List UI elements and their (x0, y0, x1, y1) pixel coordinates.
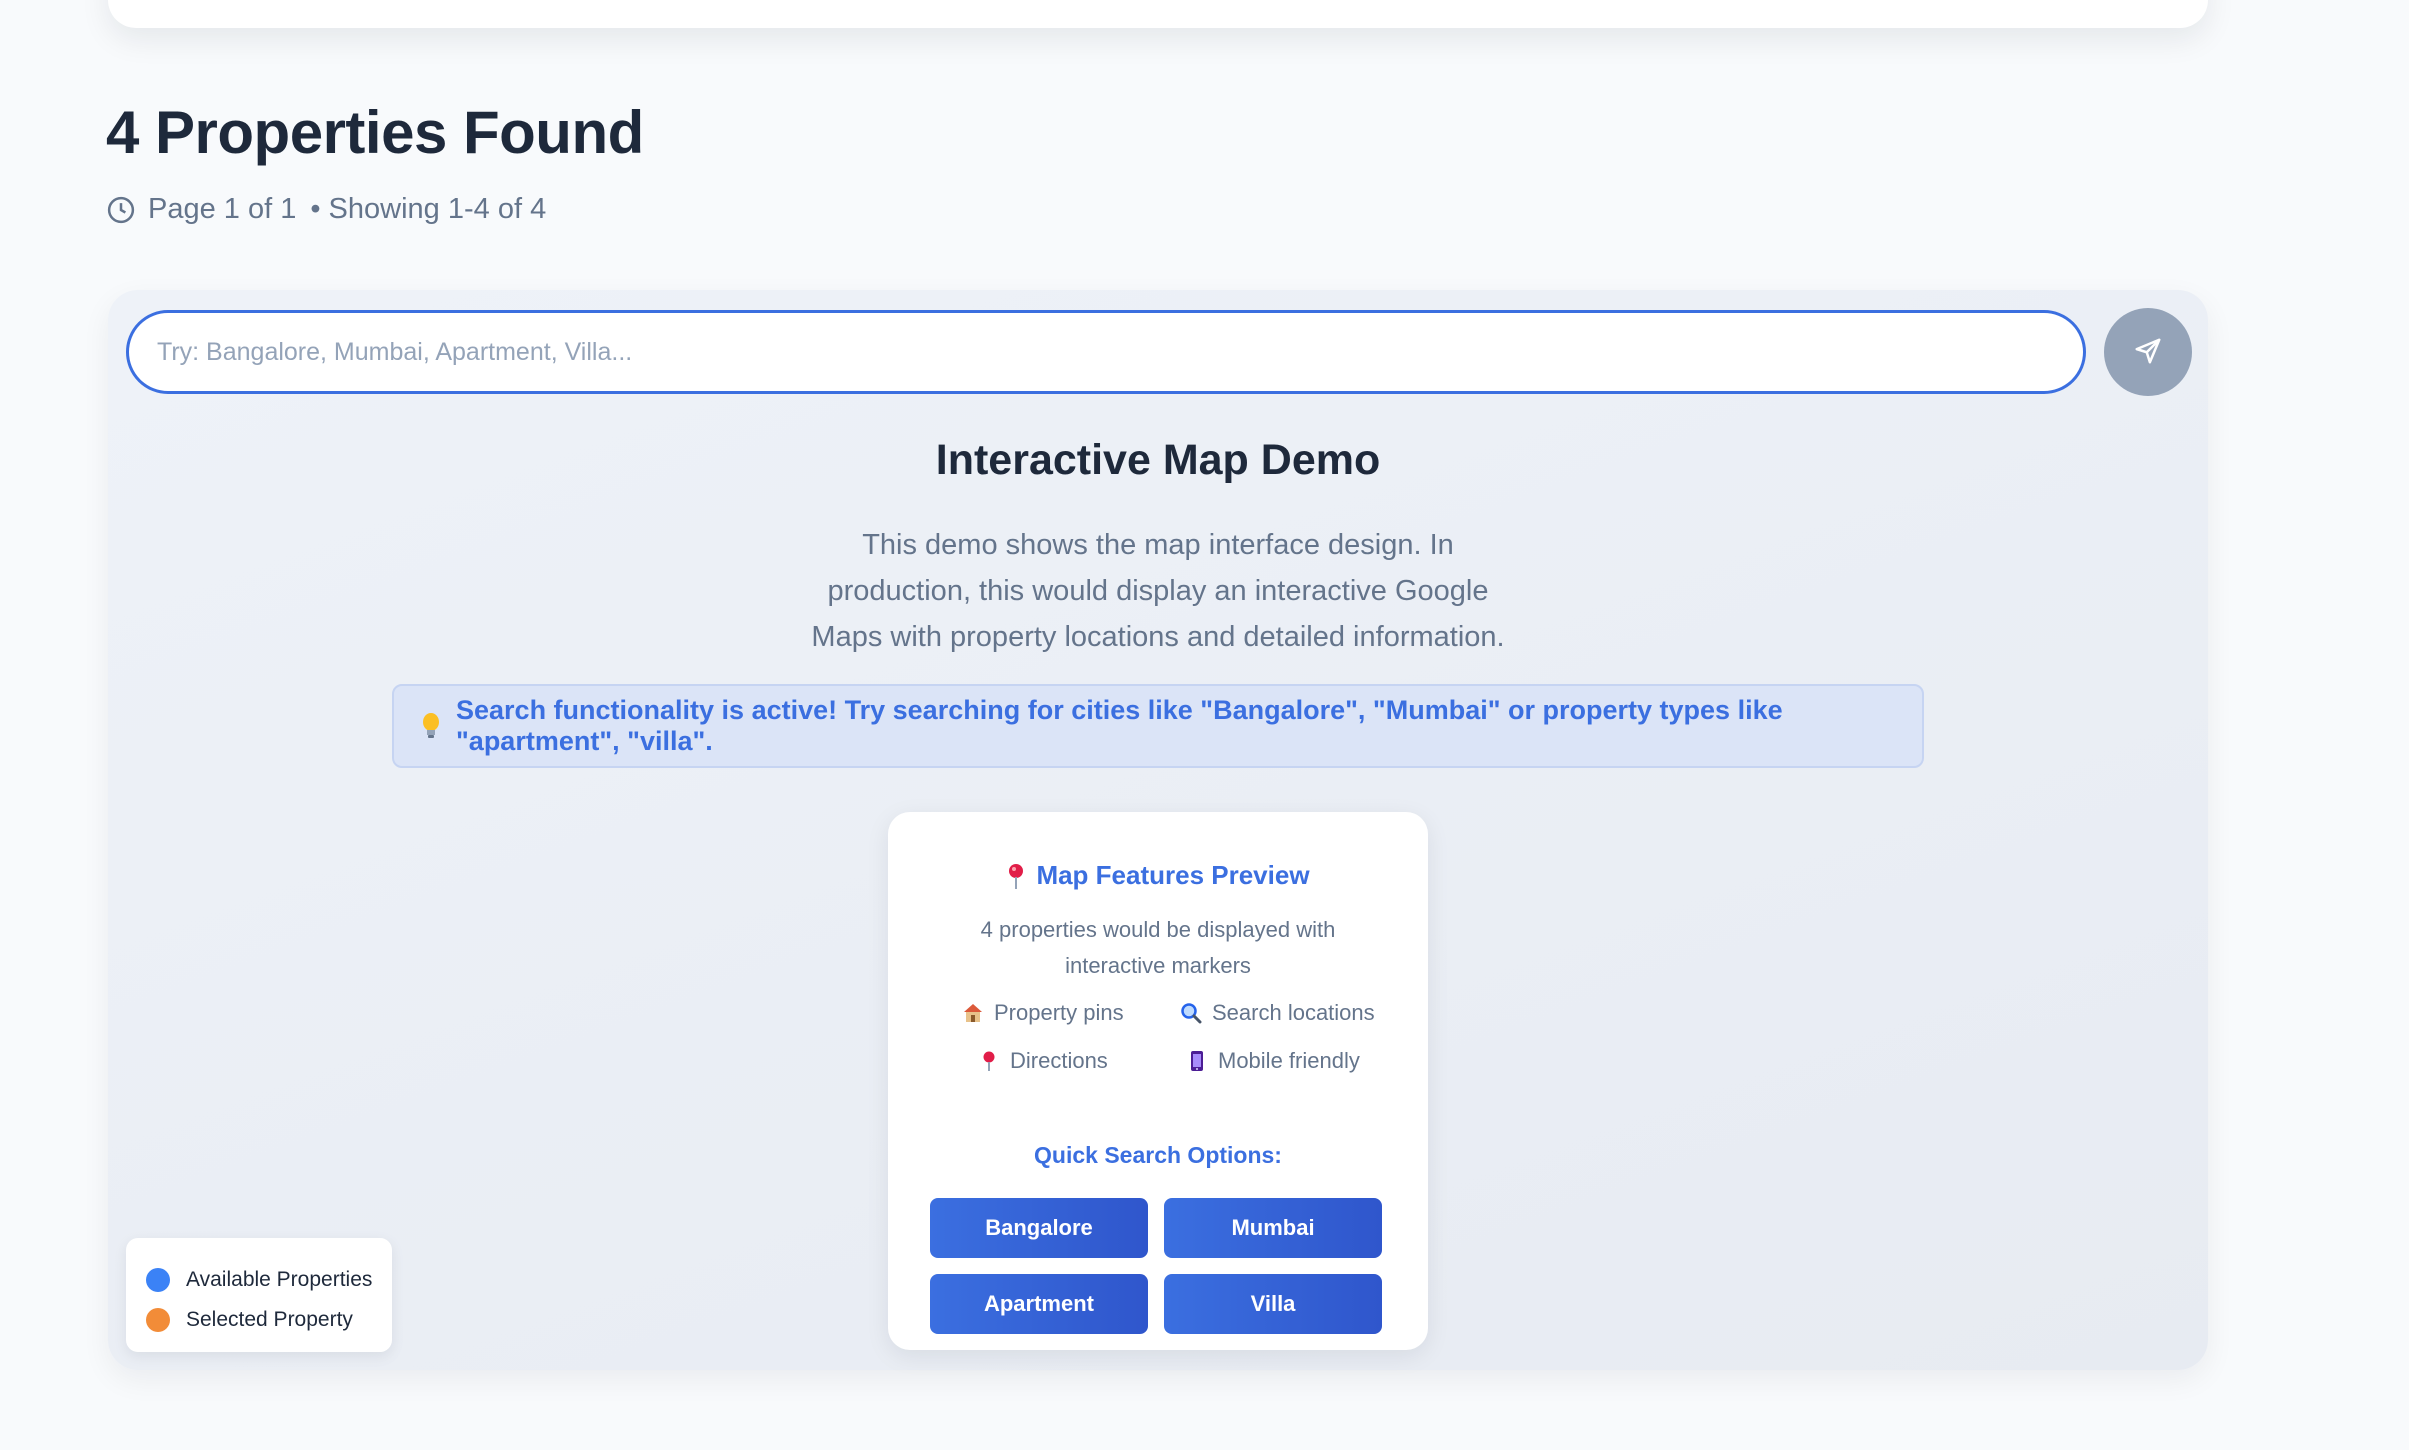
feature-label: Property pins (994, 1000, 1124, 1025)
feature-label: Mobile friendly (1218, 1048, 1360, 1073)
results-meta: Page 1 of 1 • Showing 1-4 of 4 (106, 193, 546, 226)
selected-dot-icon (146, 1308, 170, 1332)
available-dot-icon (146, 1268, 170, 1292)
map-panel: Interactive Map Demo This demo shows the… (108, 290, 2208, 1370)
demo-title: Interactive Map Demo (935, 436, 1381, 484)
page-info: Page 1 of 1 (148, 193, 297, 225)
results-title: 4 Properties Found (106, 99, 644, 166)
feature-label: Search locations (1212, 1000, 1375, 1025)
features-heading: Map Features Preview (888, 860, 1428, 891)
send-button[interactable] (2104, 308, 2192, 396)
send-icon (2133, 336, 2163, 369)
features-heading-text: Map Features Preview (1036, 860, 1310, 890)
info-banner: Search functionality is active! Try sear… (392, 684, 1924, 768)
legend-label: Available Properties (186, 1268, 373, 1291)
search-input[interactable] (126, 310, 2086, 394)
house-icon (962, 1002, 984, 1024)
banner-text: Search functionality is active! Try sear… (456, 695, 1783, 756)
legend-label: Selected Property (186, 1308, 353, 1331)
top-card (108, 0, 2208, 28)
quick-search-label: Quick Search Options: (1034, 1142, 1282, 1168)
showing-info: • Showing 1-4 of 4 (310, 193, 547, 225)
legend-item-selected: Selected Property (146, 1300, 392, 1340)
magnifier-icon (1180, 1002, 1202, 1024)
features-card: Map Features Preview 4 properties would … (888, 812, 1428, 1350)
pin-icon (1006, 862, 1026, 890)
features-description: 4 properties would be displayed with int… (980, 917, 1336, 978)
pin-icon (978, 1050, 1000, 1072)
quick-search-mumbai-button[interactable]: Mumbai (1164, 1198, 1382, 1258)
mobile-icon (1186, 1050, 1208, 1072)
feature-property-pins: Property pins (962, 1000, 1124, 1026)
quick-search-villa-button[interactable]: Villa (1164, 1274, 1382, 1334)
map-legend: Available Properties Selected Property (126, 1238, 392, 1352)
feature-directions: Directions (978, 1048, 1108, 1074)
demo-description: This demo shows the map interface design… (811, 529, 1505, 653)
quick-search-bangalore-button[interactable]: Bangalore (930, 1198, 1148, 1258)
quick-search-apartment-button[interactable]: Apartment (930, 1274, 1148, 1334)
clock-icon (106, 195, 136, 225)
feature-label: Directions (1010, 1048, 1108, 1073)
feature-search-locations: Search locations (1180, 1000, 1375, 1026)
legend-item-available: Available Properties (146, 1260, 392, 1300)
lightbulb-icon (420, 711, 442, 741)
feature-mobile-friendly: Mobile friendly (1186, 1048, 1360, 1074)
